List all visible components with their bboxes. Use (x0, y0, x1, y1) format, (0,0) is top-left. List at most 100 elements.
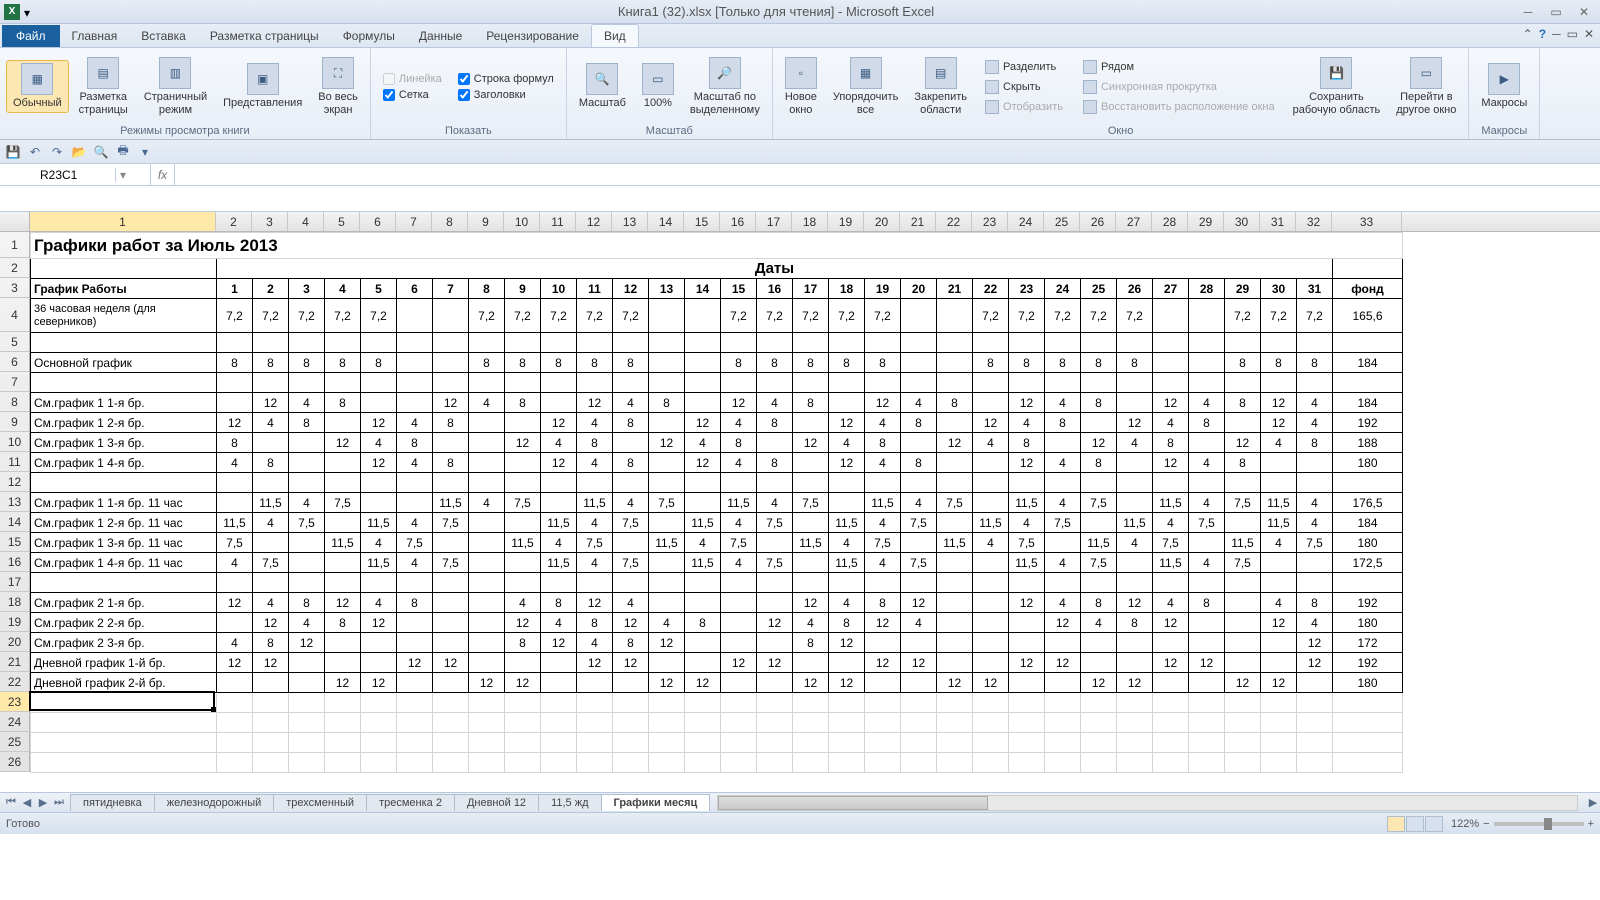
cell[interactable] (1297, 373, 1333, 393)
cell[interactable]: 8 (1081, 453, 1117, 473)
cell[interactable]: 7,5 (901, 553, 937, 573)
cell[interactable] (325, 413, 361, 433)
cell[interactable] (793, 553, 829, 573)
cell[interactable]: 7 (433, 279, 469, 299)
cell[interactable]: 12 (649, 633, 685, 653)
cell[interactable]: 8 (757, 353, 793, 373)
cell[interactable]: 18 (829, 279, 865, 299)
cell[interactable] (541, 673, 577, 693)
cell[interactable] (505, 513, 541, 533)
cell[interactable]: 12 (325, 593, 361, 613)
row-header[interactable]: 23 (0, 692, 29, 712)
cell[interactable] (433, 613, 469, 633)
cell[interactable] (685, 593, 721, 613)
macros-button[interactable]: ▶Макросы (1475, 61, 1533, 111)
cell[interactable]: 12 (505, 673, 541, 693)
cell[interactable] (1009, 613, 1045, 633)
cell[interactable] (1045, 733, 1081, 753)
cell[interactable]: 4 (1009, 513, 1045, 533)
cell[interactable] (1297, 553, 1333, 573)
cell[interactable] (397, 573, 433, 593)
select-all-corner[interactable] (0, 212, 30, 232)
cell[interactable]: 11,5 (685, 553, 721, 573)
cell[interactable]: Дневной график 2-й бр. (31, 673, 217, 693)
cell[interactable] (1261, 713, 1297, 733)
cell[interactable] (469, 413, 505, 433)
cell[interactable]: 8 (613, 353, 649, 373)
cell[interactable]: 12 (613, 653, 649, 673)
cell[interactable]: 6 (397, 279, 433, 299)
cell[interactable] (361, 493, 397, 513)
cell[interactable]: 4 (721, 553, 757, 573)
cell[interactable] (253, 713, 289, 733)
cell[interactable]: 7,5 (721, 533, 757, 553)
cell[interactable]: 8 (1081, 593, 1117, 613)
cell[interactable] (757, 713, 793, 733)
zoom-level[interactable]: 122% (1451, 818, 1479, 830)
col-header[interactable]: 29 (1188, 212, 1224, 231)
cell[interactable] (1297, 713, 1333, 733)
cell[interactable]: 15 (721, 279, 757, 299)
cell[interactable] (793, 753, 829, 773)
cell[interactable] (937, 733, 973, 753)
cell[interactable] (685, 653, 721, 673)
cell[interactable]: 8 (829, 353, 865, 373)
cell[interactable] (937, 453, 973, 473)
cell[interactable]: 8 (649, 393, 685, 413)
cell[interactable]: 23 (1009, 279, 1045, 299)
cell[interactable]: 8 (397, 593, 433, 613)
cell[interactable] (1261, 473, 1297, 493)
cell[interactable] (973, 693, 1009, 713)
cell[interactable] (1189, 353, 1225, 373)
cell[interactable] (541, 393, 577, 413)
cell[interactable]: 25 (1081, 279, 1117, 299)
cell[interactable] (217, 373, 253, 393)
page-layout-button[interactable]: ▤Разметка страницы (73, 55, 134, 117)
cell[interactable]: 8 (505, 633, 541, 653)
cell[interactable] (901, 693, 937, 713)
cell[interactable] (361, 473, 397, 493)
cell[interactable] (1117, 733, 1153, 753)
cell[interactable] (649, 453, 685, 473)
cell[interactable] (1261, 553, 1297, 573)
cell[interactable]: 4 (469, 493, 505, 513)
cell[interactable] (1225, 613, 1261, 633)
cell[interactable]: 7,2 (325, 299, 361, 333)
cell[interactable] (541, 473, 577, 493)
cell[interactable]: 12 (1009, 453, 1045, 473)
cell[interactable]: 7,5 (865, 533, 901, 553)
cell[interactable] (541, 653, 577, 673)
cell[interactable] (1117, 333, 1153, 353)
cell[interactable] (1045, 673, 1081, 693)
cell[interactable]: 12 (973, 413, 1009, 433)
cell[interactable]: 4 (541, 533, 577, 553)
cell[interactable]: См.график 1 1-я бр. 11 час (31, 493, 217, 513)
row-header[interactable]: 22 (0, 672, 29, 692)
cell[interactable] (937, 299, 973, 333)
cell[interactable] (901, 573, 937, 593)
cell[interactable]: 12 (865, 393, 901, 413)
cell[interactable] (757, 673, 793, 693)
cell[interactable] (469, 713, 505, 733)
cell[interactable] (1189, 613, 1225, 633)
cell[interactable]: 12 (721, 653, 757, 673)
cell[interactable]: 4 (1189, 393, 1225, 413)
cell[interactable]: 8 (1297, 353, 1333, 373)
cell[interactable]: 7,5 (1081, 493, 1117, 513)
cell[interactable]: 12 (937, 673, 973, 693)
cell[interactable] (1225, 513, 1261, 533)
cell[interactable] (865, 753, 901, 773)
cell[interactable]: 8 (1225, 393, 1261, 413)
cell[interactable]: 8 (433, 413, 469, 433)
page-break-button[interactable]: ▥Страничный режим (138, 55, 213, 117)
cell[interactable]: 8 (469, 353, 505, 373)
cell[interactable] (829, 333, 865, 353)
cell[interactable] (829, 733, 865, 753)
cell[interactable]: 8 (505, 393, 541, 413)
cell[interactable] (1153, 753, 1189, 773)
cell[interactable] (325, 373, 361, 393)
cell[interactable]: 7,5 (1297, 533, 1333, 553)
cell[interactable] (469, 633, 505, 653)
cell[interactable] (1117, 693, 1153, 713)
cell[interactable]: График Работы (31, 279, 217, 299)
